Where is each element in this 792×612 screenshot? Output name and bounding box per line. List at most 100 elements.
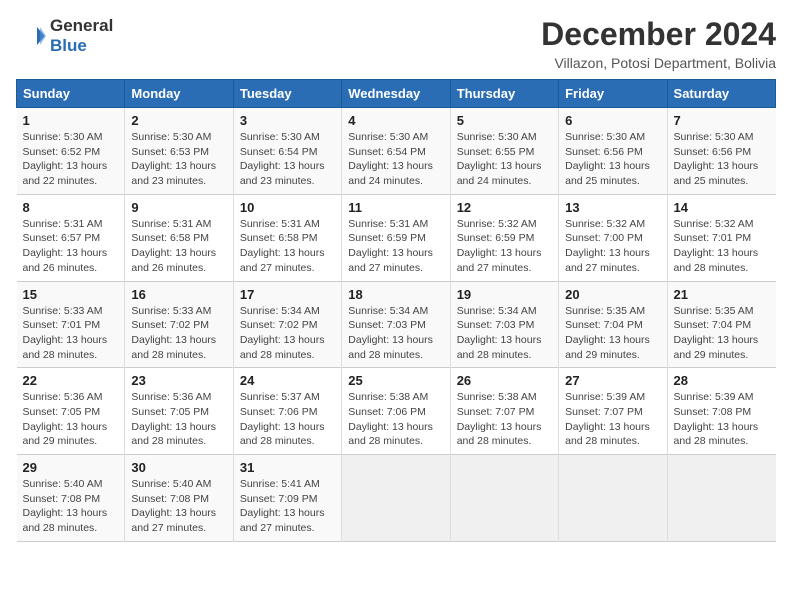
month-title: December 2024 [541, 16, 776, 53]
day-detail: Sunrise: 5:32 AMSunset: 7:00 PMDaylight:… [565, 218, 650, 274]
calendar-cell: 19 Sunrise: 5:34 AMSunset: 7:03 PMDaylig… [450, 281, 558, 368]
day-number: 6 [565, 113, 660, 128]
day-number: 3 [240, 113, 335, 128]
calendar-cell: 29 Sunrise: 5:40 AMSunset: 7:08 PMDaylig… [17, 455, 125, 542]
day-detail: Sunrise: 5:34 AMSunset: 7:02 PMDaylight:… [240, 305, 325, 361]
day-number: 15 [23, 287, 119, 302]
day-number: 21 [674, 287, 770, 302]
logo-icon [16, 21, 46, 51]
calendar-cell [559, 455, 667, 542]
col-friday: Friday [559, 80, 667, 108]
calendar-cell: 5 Sunrise: 5:30 AMSunset: 6:55 PMDayligh… [450, 108, 558, 195]
calendar-cell: 3 Sunrise: 5:30 AMSunset: 6:54 PMDayligh… [233, 108, 341, 195]
day-detail: Sunrise: 5:32 AMSunset: 7:01 PMDaylight:… [674, 218, 759, 274]
day-number: 9 [131, 200, 226, 215]
day-number: 14 [674, 200, 770, 215]
page-header: General Blue December 2024 Villazon, Pot… [16, 16, 776, 71]
calendar-header: Sunday Monday Tuesday Wednesday Thursday… [17, 80, 776, 108]
day-number: 31 [240, 460, 335, 475]
calendar-cell: 2 Sunrise: 5:30 AMSunset: 6:53 PMDayligh… [125, 108, 233, 195]
day-detail: Sunrise: 5:30 AMSunset: 6:56 PMDaylight:… [565, 131, 650, 187]
day-detail: Sunrise: 5:31 AMSunset: 6:59 PMDaylight:… [348, 218, 433, 274]
day-detail: Sunrise: 5:34 AMSunset: 7:03 PMDaylight:… [457, 305, 542, 361]
calendar-cell: 24 Sunrise: 5:37 AMSunset: 7:06 PMDaylig… [233, 368, 341, 455]
day-number: 17 [240, 287, 335, 302]
day-number: 20 [565, 287, 660, 302]
calendar-cell: 25 Sunrise: 5:38 AMSunset: 7:06 PMDaylig… [342, 368, 450, 455]
day-detail: Sunrise: 5:34 AMSunset: 7:03 PMDaylight:… [348, 305, 433, 361]
day-detail: Sunrise: 5:36 AMSunset: 7:05 PMDaylight:… [23, 391, 108, 447]
day-number: 12 [457, 200, 552, 215]
day-number: 24 [240, 373, 335, 388]
day-detail: Sunrise: 5:39 AMSunset: 7:08 PMDaylight:… [674, 391, 759, 447]
calendar-week-3: 15 Sunrise: 5:33 AMSunset: 7:01 PMDaylig… [17, 281, 776, 368]
col-sunday: Sunday [17, 80, 125, 108]
day-number: 19 [457, 287, 552, 302]
logo-general: General [50, 16, 113, 35]
calendar-cell: 15 Sunrise: 5:33 AMSunset: 7:01 PMDaylig… [17, 281, 125, 368]
day-detail: Sunrise: 5:30 AMSunset: 6:53 PMDaylight:… [131, 131, 216, 187]
calendar-week-5: 29 Sunrise: 5:40 AMSunset: 7:08 PMDaylig… [17, 455, 776, 542]
day-number: 27 [565, 373, 660, 388]
day-detail: Sunrise: 5:39 AMSunset: 7:07 PMDaylight:… [565, 391, 650, 447]
calendar-cell [342, 455, 450, 542]
calendar-cell: 13 Sunrise: 5:32 AMSunset: 7:00 PMDaylig… [559, 194, 667, 281]
day-number: 11 [348, 200, 443, 215]
calendar-cell: 18 Sunrise: 5:34 AMSunset: 7:03 PMDaylig… [342, 281, 450, 368]
day-number: 25 [348, 373, 443, 388]
day-detail: Sunrise: 5:40 AMSunset: 7:08 PMDaylight:… [131, 478, 216, 534]
day-detail: Sunrise: 5:30 AMSunset: 6:54 PMDaylight:… [240, 131, 325, 187]
day-detail: Sunrise: 5:40 AMSunset: 7:08 PMDaylight:… [23, 478, 108, 534]
calendar-cell: 7 Sunrise: 5:30 AMSunset: 6:56 PMDayligh… [667, 108, 775, 195]
day-number: 26 [457, 373, 552, 388]
calendar-cell: 20 Sunrise: 5:35 AMSunset: 7:04 PMDaylig… [559, 281, 667, 368]
calendar-cell: 14 Sunrise: 5:32 AMSunset: 7:01 PMDaylig… [667, 194, 775, 281]
location-text: Villazon, Potosi Department, Bolivia [541, 55, 776, 71]
day-number: 22 [23, 373, 119, 388]
calendar-cell: 6 Sunrise: 5:30 AMSunset: 6:56 PMDayligh… [559, 108, 667, 195]
day-detail: Sunrise: 5:41 AMSunset: 7:09 PMDaylight:… [240, 478, 325, 534]
day-detail: Sunrise: 5:38 AMSunset: 7:06 PMDaylight:… [348, 391, 433, 447]
calendar-cell: 4 Sunrise: 5:30 AMSunset: 6:54 PMDayligh… [342, 108, 450, 195]
logo: General Blue [16, 16, 113, 57]
calendar-cell [667, 455, 775, 542]
calendar-cell: 9 Sunrise: 5:31 AMSunset: 6:58 PMDayligh… [125, 194, 233, 281]
calendar-cell: 31 Sunrise: 5:41 AMSunset: 7:09 PMDaylig… [233, 455, 341, 542]
day-detail: Sunrise: 5:33 AMSunset: 7:02 PMDaylight:… [131, 305, 216, 361]
col-saturday: Saturday [667, 80, 775, 108]
day-number: 29 [23, 460, 119, 475]
day-detail: Sunrise: 5:37 AMSunset: 7:06 PMDaylight:… [240, 391, 325, 447]
day-detail: Sunrise: 5:35 AMSunset: 7:04 PMDaylight:… [674, 305, 759, 361]
col-wednesday: Wednesday [342, 80, 450, 108]
calendar-cell: 12 Sunrise: 5:32 AMSunset: 6:59 PMDaylig… [450, 194, 558, 281]
day-detail: Sunrise: 5:38 AMSunset: 7:07 PMDaylight:… [457, 391, 542, 447]
calendar-cell: 8 Sunrise: 5:31 AMSunset: 6:57 PMDayligh… [17, 194, 125, 281]
day-detail: Sunrise: 5:35 AMSunset: 7:04 PMDaylight:… [565, 305, 650, 361]
calendar-cell: 10 Sunrise: 5:31 AMSunset: 6:58 PMDaylig… [233, 194, 341, 281]
day-detail: Sunrise: 5:33 AMSunset: 7:01 PMDaylight:… [23, 305, 108, 361]
day-detail: Sunrise: 5:30 AMSunset: 6:52 PMDaylight:… [23, 131, 108, 187]
calendar-table: Sunday Monday Tuesday Wednesday Thursday… [16, 79, 776, 542]
day-detail: Sunrise: 5:32 AMSunset: 6:59 PMDaylight:… [457, 218, 542, 274]
calendar-cell: 27 Sunrise: 5:39 AMSunset: 7:07 PMDaylig… [559, 368, 667, 455]
day-number: 18 [348, 287, 443, 302]
calendar-week-4: 22 Sunrise: 5:36 AMSunset: 7:05 PMDaylig… [17, 368, 776, 455]
logo-text: General Blue [50, 16, 113, 57]
day-number: 13 [565, 200, 660, 215]
day-number: 23 [131, 373, 226, 388]
calendar-cell: 30 Sunrise: 5:40 AMSunset: 7:08 PMDaylig… [125, 455, 233, 542]
day-number: 4 [348, 113, 443, 128]
logo-blue: Blue [50, 36, 87, 55]
day-number: 2 [131, 113, 226, 128]
day-number: 30 [131, 460, 226, 475]
col-monday: Monday [125, 80, 233, 108]
calendar-cell: 21 Sunrise: 5:35 AMSunset: 7:04 PMDaylig… [667, 281, 775, 368]
day-detail: Sunrise: 5:31 AMSunset: 6:58 PMDaylight:… [131, 218, 216, 274]
calendar-cell: 22 Sunrise: 5:36 AMSunset: 7:05 PMDaylig… [17, 368, 125, 455]
title-block: December 2024 Villazon, Potosi Departmen… [541, 16, 776, 71]
day-number: 5 [457, 113, 552, 128]
calendar-week-1: 1 Sunrise: 5:30 AMSunset: 6:52 PMDayligh… [17, 108, 776, 195]
col-tuesday: Tuesday [233, 80, 341, 108]
col-thursday: Thursday [450, 80, 558, 108]
calendar-cell: 11 Sunrise: 5:31 AMSunset: 6:59 PMDaylig… [342, 194, 450, 281]
